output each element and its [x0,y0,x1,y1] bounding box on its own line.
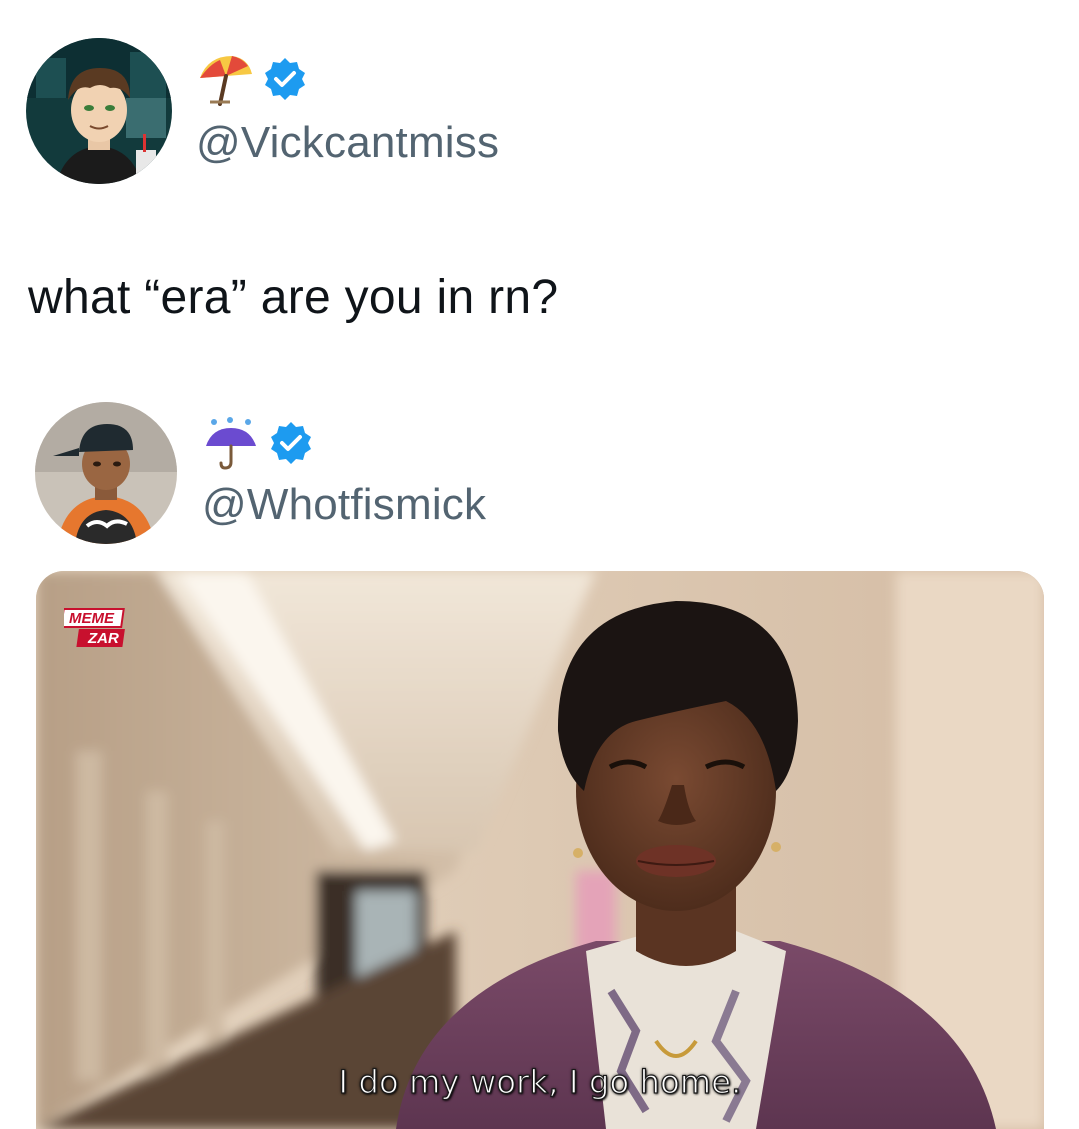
svg-text:ZAR: ZAR [87,630,119,647]
watermark-logo: MEME ZAR [64,607,132,649]
video-caption: I do my work, I go home. [338,1062,742,1101]
tweet-media-image[interactable]: MEME ZAR I do my work, I go home. [36,571,1044,1129]
badge-row [202,416,314,475]
svg-text:MEME: MEME [69,610,115,627]
user-handle[interactable]: @Whotfismick [202,480,486,530]
verified-badge-icon [268,420,314,471]
tweet-2: @Whotfismick MEME ZAR I do my work, I go… [0,0,1079,1129]
avatar[interactable] [35,402,177,544]
umbrella-with-rain-drops-icon [202,416,260,475]
